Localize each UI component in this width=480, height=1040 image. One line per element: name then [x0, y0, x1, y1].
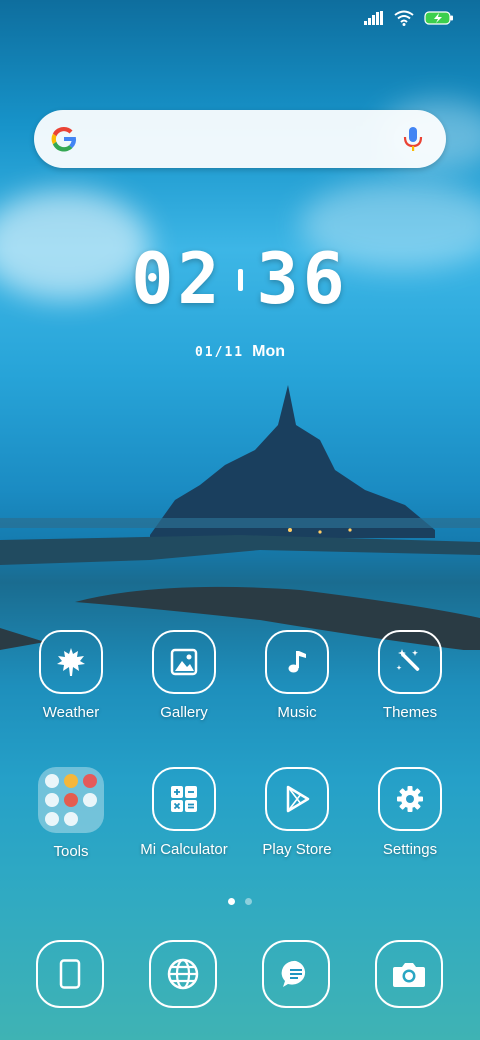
app-label: Tools	[53, 843, 89, 860]
app-label: Mi Calculator	[140, 841, 228, 858]
music-note-icon	[288, 651, 306, 673]
app-label: Weather	[42, 704, 100, 721]
camera-icon	[393, 963, 425, 987]
app-label: Music	[277, 704, 317, 721]
calculator-icon	[171, 786, 197, 812]
page-dot-active	[228, 898, 235, 905]
dock-camera[interactable]	[349, 940, 469, 1008]
search-bar[interactable]	[34, 110, 446, 168]
music-app-icon	[265, 630, 329, 694]
app-gallery[interactable]: Gallery	[124, 630, 244, 721]
clock-hours: 02	[131, 238, 224, 320]
battery-charging-icon	[424, 11, 453, 25]
message-icon	[281, 960, 306, 987]
play-store-icon	[286, 785, 310, 813]
settings-app-icon	[378, 767, 442, 831]
folder-app-preview	[83, 774, 97, 788]
calculator-app-icon	[152, 767, 216, 831]
app-play-store[interactable]: Play Store	[237, 767, 357, 858]
clock-widget[interactable]: 02 36	[0, 238, 480, 320]
date-day: 01/11	[194, 345, 245, 360]
dock-messages[interactable]	[236, 940, 356, 1008]
dock-browser[interactable]	[123, 940, 243, 1008]
page-dot	[245, 898, 252, 905]
phone-app-icon	[36, 940, 104, 1008]
app-label: Gallery	[160, 704, 208, 721]
camera-app-icon	[375, 940, 443, 1008]
folder-app-preview	[45, 774, 59, 788]
folder-icon	[38, 767, 104, 833]
app-mi-calculator[interactable]: Mi Calculator	[124, 767, 244, 858]
play-store-app-icon	[265, 767, 329, 831]
maple-leaf-icon	[57, 648, 85, 676]
signal-icon	[364, 11, 383, 25]
themes-app-icon	[378, 630, 442, 694]
app-settings[interactable]: Settings	[350, 767, 470, 858]
folder-app-preview	[83, 793, 97, 807]
gear-icon	[397, 786, 423, 812]
folder-app-preview	[64, 793, 78, 807]
app-label: Play Store	[262, 841, 332, 858]
clock-separator	[237, 268, 243, 291]
magic-wand-icon	[396, 649, 420, 671]
wallpaper-island	[0, 385, 480, 538]
globe-icon	[167, 958, 199, 990]
clock-minutes: 36	[256, 238, 349, 320]
wifi-icon	[394, 10, 414, 26]
date-label: 01/11 Mon	[0, 343, 480, 361]
app-tools-folder[interactable]: Tools	[11, 767, 131, 860]
app-weather[interactable]: Weather	[11, 630, 131, 721]
folder-app-preview	[45, 793, 59, 807]
google-g-icon	[51, 126, 77, 152]
browser-app-icon	[149, 940, 217, 1008]
app-themes[interactable]: Themes	[350, 630, 470, 721]
page-indicator[interactable]	[0, 898, 480, 905]
image-icon	[170, 648, 198, 676]
messages-app-icon	[262, 940, 330, 1008]
dock-phone[interactable]	[10, 940, 130, 1008]
date-weekday: Mon	[252, 343, 285, 360]
microphone-icon[interactable]	[402, 125, 424, 153]
app-music[interactable]: Music	[237, 630, 357, 721]
folder-app-preview	[64, 774, 78, 788]
status-bar	[364, 10, 454, 26]
weather-app-icon	[39, 630, 103, 694]
folder-app-preview	[64, 812, 78, 826]
phone-icon	[59, 959, 81, 989]
gallery-app-icon	[152, 630, 216, 694]
app-label: Themes	[382, 704, 438, 721]
app-label: Settings	[382, 841, 438, 858]
folder-app-preview	[45, 812, 59, 826]
